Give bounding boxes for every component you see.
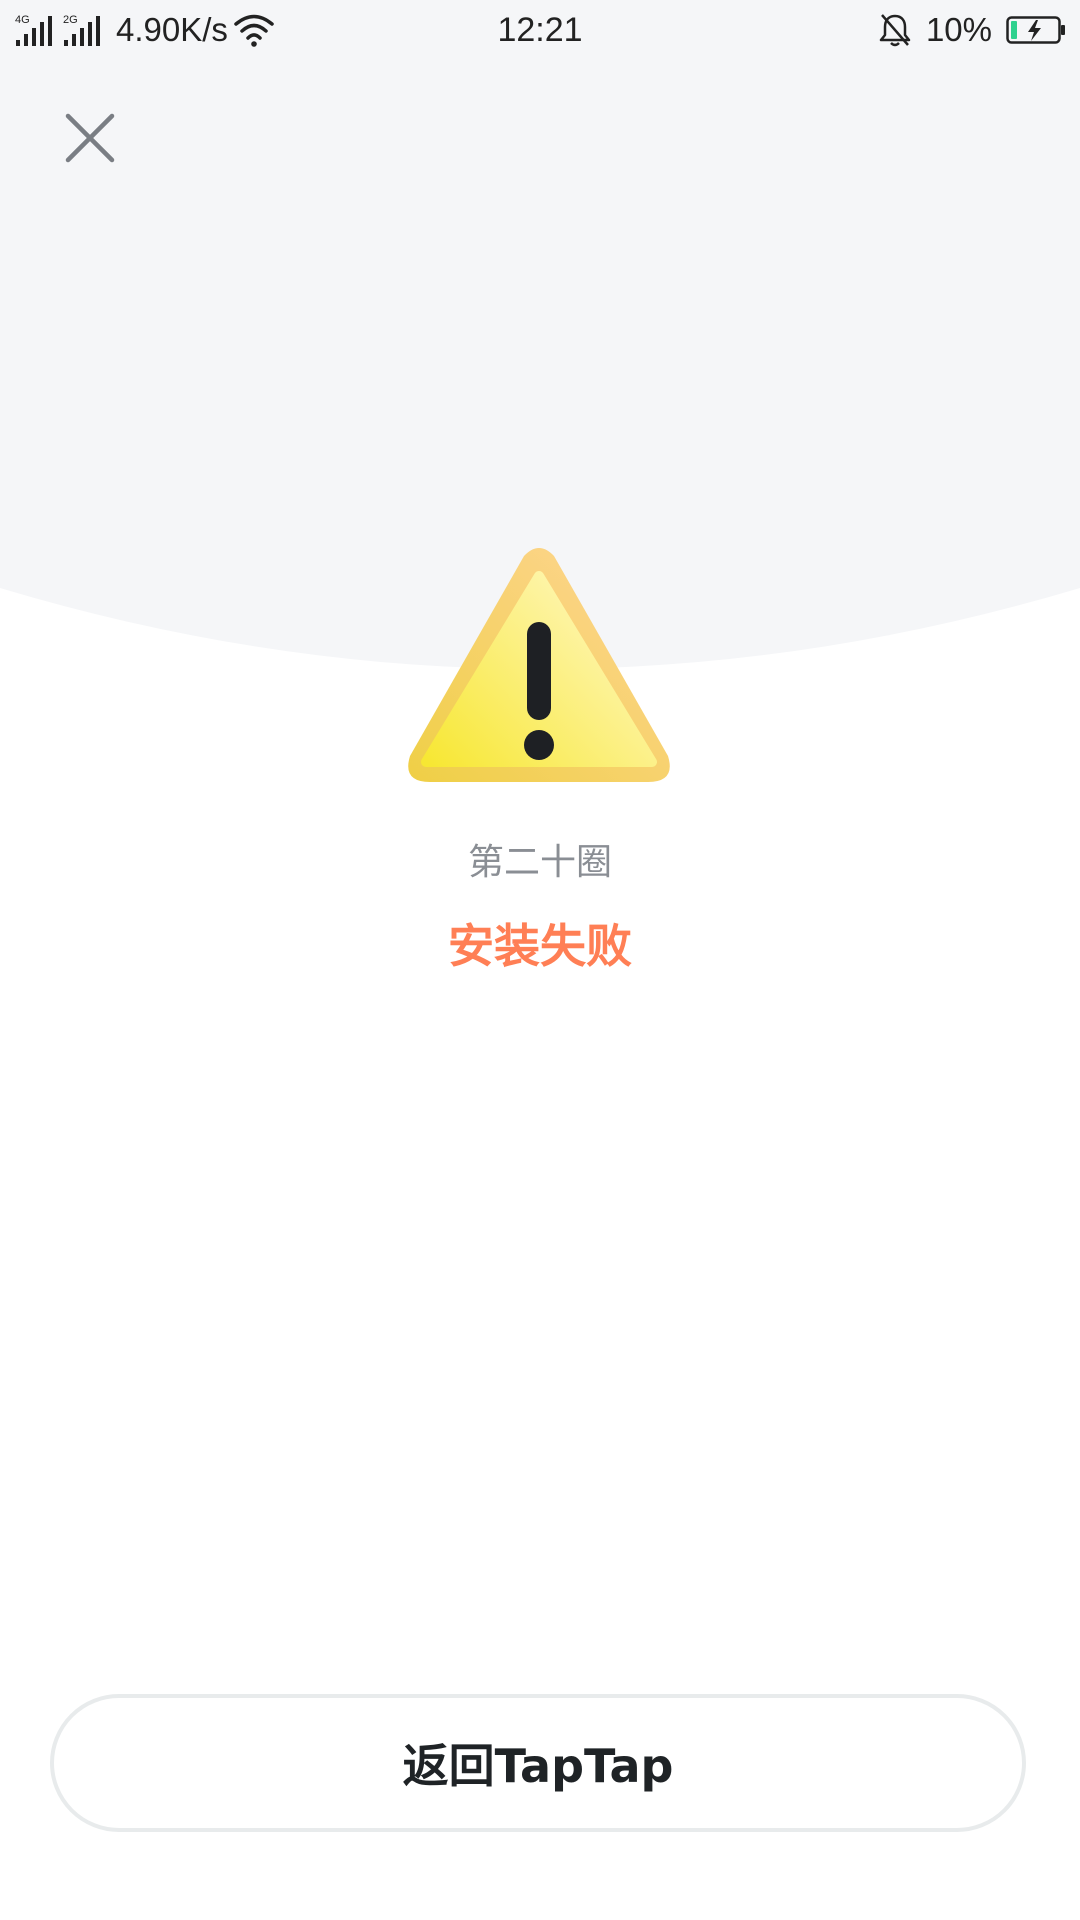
bell-off-icon [879, 14, 911, 47]
install-status: 安装失败 [448, 919, 632, 973]
return-taptap-button[interactable]: 返回TapTap [50, 1694, 1026, 1832]
close-icon [65, 113, 115, 163]
close-button[interactable] [56, 104, 124, 172]
battery-charging-icon [1006, 16, 1065, 44]
app-name: 第二十圈 [467, 842, 612, 883]
status-right: 10% [878, 8, 1066, 52]
status-bar: 4G 2G 4.90K/s 12:21 10% [0, 0, 1080, 58]
warning-icon [408, 548, 670, 782]
battery-percent: 10% [925, 11, 992, 48]
